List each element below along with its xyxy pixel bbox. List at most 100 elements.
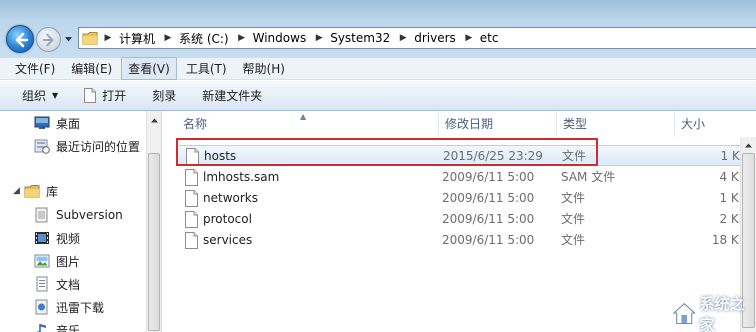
file-name: lmhosts.sam [203,170,280,184]
nav-item-documents[interactable]: 文档 [34,274,80,294]
file-modified-date: 2009/6/11 5:00 [442,191,535,205]
open-label: 打开 [102,89,127,103]
file-icon [84,88,97,103]
burn-button[interactable]: 刻录 [146,84,182,107]
address-bar[interactable]: ▶ 计算机 ▶ 系统 (C:) ▶ Windows ▶ System32 ▶ d… [78,27,756,49]
menu-file[interactable]: 文件(F) [8,57,62,80]
scroll-up-arrow-icon[interactable] [744,141,753,150]
nav-item-label: 最近访问的位置 [56,139,141,154]
breadcrumb-drivers[interactable]: drivers [410,31,462,45]
nav-item-desktop[interactable]: 桌面 [34,113,80,133]
watermark-text: 系统之家 [699,295,745,332]
file-type: 文件 [561,233,586,247]
file-modified-date: 2009/6/11 5:00 [442,233,535,247]
column-header-date[interactable]: 修改日期 [439,111,557,137]
nav-item-recent-places[interactable]: 最近访问的位置 [34,136,140,156]
breadcrumb-separator-icon[interactable]: ▶ [312,33,326,43]
pictures-library-icon [34,254,50,268]
nav-item-label: 视频 [56,231,81,246]
menu-edit[interactable]: 编辑(E) [64,57,119,80]
nav-item-videos[interactable]: 视频 [34,228,80,248]
file-row-services[interactable]: services 2009/6/11 5:00 文件 18 KB [177,230,747,251]
file-icon [185,211,198,228]
file-type: 文件 [561,191,586,205]
file-row-networks[interactable]: networks 2009/6/11 5:00 文件 1 KB [177,188,747,209]
navpane-scrollbar-thumb[interactable] [148,153,160,331]
new-folder-label: 新建文件夹 [202,89,263,103]
file-icon [185,232,198,249]
file-size: 1 KB [719,191,747,205]
command-toolbar: 组织 ▼ 打开 刻录 新建文件夹 [0,81,756,111]
column-header-name[interactable]: 名称 [177,111,439,137]
recent-places-icon [34,139,50,154]
nav-item-subversion[interactable]: Subversion [34,205,123,225]
back-button[interactable] [6,25,34,53]
file-type: SAM 文件 [561,170,616,184]
breadcrumb-etc[interactable]: etc [476,31,505,45]
nav-item-thunder-downloads[interactable]: 迅雷下载 [34,297,104,317]
file-modified-date: 2015/6/25 23:29 [443,149,543,163]
nav-item-label: 文档 [56,277,81,292]
file-modified-date: 2009/6/11 5:00 [442,212,535,226]
nav-item-label: Subversion [56,208,123,222]
file-type: 文件 [562,149,587,163]
recent-pages-dropdown-icon[interactable] [64,35,73,44]
breadcrumb-separator-icon[interactable]: ▶ [161,33,175,43]
libraries-icon [24,185,40,198]
menu-tools[interactable]: 工具(T) [179,57,234,80]
chevron-down-icon: ▼ [52,91,59,100]
file-size: 18 KB [711,233,747,247]
navigation-pane: 桌面 最近访问的位置 ◢ 库 Subversion 视频 图片 文档 迅雷下载 … [0,111,162,332]
nav-item-label: 桌面 [56,116,81,131]
watermark: 系统之家 [672,295,756,332]
organize-label: 组织 [22,89,47,103]
column-header-type[interactable]: 类型 [557,111,675,137]
column-header-size[interactable]: 大小 [675,111,745,137]
menu-bar: 文件(F) 编辑(E) 查看(V) 工具(T) 帮助(H) [0,57,756,80]
videos-library-icon [35,232,49,244]
breadcrumb-windows[interactable]: Windows [249,31,313,45]
file-row-protocol[interactable]: protocol 2009/6/11 5:00 文件 2 KB [177,209,747,230]
nav-item-music[interactable]: 音乐 [34,320,80,332]
file-icon [185,190,198,207]
file-row-hosts[interactable]: hosts 2015/6/25 23:29 文件 1 KB [177,145,748,166]
nav-item-pictures[interactable]: 图片 [34,251,80,271]
thunder-downloads-icon [35,299,48,315]
forward-button[interactable] [36,27,61,52]
nav-item-label: 图片 [56,254,81,269]
file-icon [186,148,199,165]
file-name: protocol [203,212,252,226]
nav-item-label: 库 [46,184,59,199]
file-name: services [203,233,253,247]
scroll-up-arrow-icon[interactable] [150,116,159,125]
nav-item-libraries[interactable]: 库 [24,181,58,201]
nav-item-label: 音乐 [56,323,81,332]
music-library-icon [36,324,46,332]
burn-label: 刻录 [152,89,177,103]
folder-icon [79,28,101,48]
collapse-arrow-icon[interactable]: ◢ [13,186,20,196]
nav-item-label: 迅雷下载 [56,300,105,315]
open-button[interactable]: 打开 [78,84,132,107]
breadcrumb-system32[interactable]: System32 [326,31,396,45]
navpane-scrollbar[interactable] [146,111,161,332]
breadcrumb-separator-icon[interactable]: ▶ [462,33,476,43]
breadcrumb-separator-icon[interactable]: ▶ [396,33,410,43]
file-name: hosts [204,149,237,163]
breadcrumb-separator-icon[interactable]: ▶ [101,33,115,43]
menu-view[interactable]: 查看(V) [121,57,177,80]
subversion-library-icon [35,207,48,223]
organize-button[interactable]: 组织 ▼ [16,84,64,107]
new-folder-button[interactable]: 新建文件夹 [196,84,268,107]
breadcrumb-system-drive[interactable]: 系统 (C:) [175,30,235,47]
file-row-lmhosts[interactable]: lmhosts.sam 2009/6/11 5:00 SAM 文件 4 KB [177,167,747,188]
menu-help[interactable]: 帮助(H) [236,57,292,80]
file-modified-date: 2009/6/11 5:00 [442,170,535,184]
arrow-right-icon [42,33,54,47]
file-size: 2 KB [719,212,747,226]
file-size: 4 KB [719,170,747,184]
breadcrumb-computer[interactable]: 计算机 [115,30,161,47]
window-titlebar: ▶ 计算机 ▶ 系统 (C:) ▶ Windows ▶ System32 ▶ d… [0,0,756,58]
breadcrumb-separator-icon[interactable]: ▶ [235,33,249,43]
system-home-logo-icon [672,303,696,324]
